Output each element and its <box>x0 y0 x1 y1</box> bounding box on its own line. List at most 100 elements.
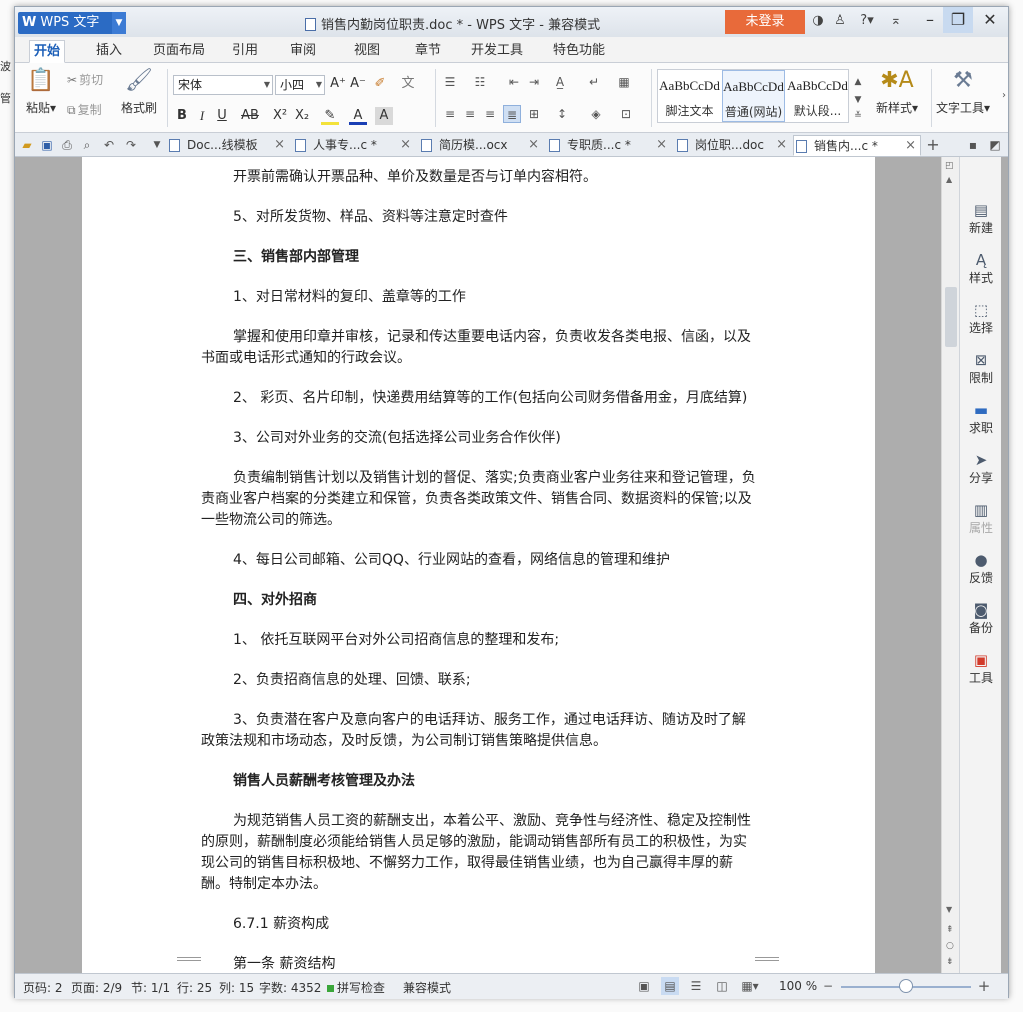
styles-more-icon[interactable]: ≚ <box>849 107 867 125</box>
help-icon[interactable]: ?▾ <box>855 13 879 28</box>
select-browse-icon[interactable]: ○ <box>946 941 954 951</box>
quick-access-dropdown-icon[interactable]: ▼ <box>149 137 165 153</box>
char-shading-icon[interactable]: A <box>375 107 393 125</box>
close-button[interactable]: ✕ <box>975 7 1005 33</box>
align-right-icon[interactable]: ≡ <box>481 105 499 123</box>
document-paragraph[interactable]: 为规范销售人员工资的薪酬支出，本着公平、激励、竞争性与经济性、稳定及控制性的原则… <box>201 811 757 895</box>
close-tab-icon[interactable]: × <box>528 135 539 155</box>
format-painter-button[interactable]: 🖌 格式刷 <box>117 67 161 116</box>
subscript-icon[interactable]: X₂ <box>293 107 311 125</box>
new-tab-icon[interactable]: + <box>925 137 941 153</box>
side-panel-item[interactable]: ▬ 求职 <box>960 401 1002 436</box>
numbered-list-icon[interactable]: ☷ <box>471 73 489 91</box>
redo-icon[interactable]: ↷ <box>123 137 139 153</box>
split-view-icon[interactable]: ◰ <box>945 161 954 171</box>
document-heading[interactable]: 四、对外招商 <box>201 590 757 611</box>
phonetic-guide-icon[interactable]: 文 <box>399 75 417 93</box>
font-size-select[interactable]: 小四 ▼ <box>275 75 325 95</box>
menu-tab[interactable]: 插入 <box>87 40 131 63</box>
document-paragraph[interactable]: 负责编制销售计划以及销售计划的督促、落实;负责商业客户业务往来和登记管理，负责商… <box>201 468 757 531</box>
document-tab[interactable]: 人事专...c * × <box>293 135 415 156</box>
document-paragraph[interactable]: 第一条 薪资结构 <box>201 954 757 973</box>
style-option[interactable]: AaBbCcDd 普通(网站) <box>722 70 785 122</box>
document-heading[interactable]: 销售人员薪酬考核管理及办法 <box>201 771 757 792</box>
text-tools-button[interactable]: ⚒ 文字工具▾ <box>935 67 991 116</box>
style-option[interactable]: AaBbCcDd 脚注文本 <box>658 70 721 122</box>
grow-font-icon[interactable]: A⁺ <box>329 75 347 93</box>
align-center-icon[interactable]: ≡ <box>461 105 479 123</box>
document-tab[interactable]: 岗位职...doc × <box>675 135 791 156</box>
side-panel-item[interactable]: Ą 样式 <box>960 251 1002 286</box>
font-name-select[interactable]: 宋体 ▼ <box>173 75 273 95</box>
bullet-list-icon[interactable]: ☰ <box>441 73 459 91</box>
strikethrough-icon[interactable]: AB <box>241 107 259 125</box>
style-option[interactable]: AaBbCcDd 默认段... <box>786 70 849 122</box>
shirt-icon[interactable]: ♙ <box>831 13 849 28</box>
superscript-icon[interactable]: X² <box>271 107 289 125</box>
document-paragraph[interactable]: 4、每日公司邮箱、公司QQ、行业网站的查看，网络信息的管理和维护 <box>201 550 757 571</box>
side-panel-item[interactable]: ▥ 属性 <box>960 501 1002 536</box>
document-paragraph[interactable]: 6.7.1 薪资构成 <box>201 914 757 935</box>
close-tab-icon[interactable]: × <box>776 135 787 155</box>
document-page[interactable]: 开票前需确认开票品种、单价及数量是否与订单内容相符。 5、对所发货物、样品、资料等… <box>82 157 875 973</box>
paste-button[interactable]: 📋 粘贴▾ <box>21 67 61 116</box>
document-paragraph[interactable]: 1、对日常材料的复印、盖章等的工作 <box>201 287 757 308</box>
styles-scroll-up-icon[interactable]: ▲ <box>849 73 867 91</box>
document-paragraph[interactable]: 2、 彩页、名片印制，快递费用结算等的工作(包括向公司财务借备用金，月底结算) <box>201 388 757 409</box>
document-tab[interactable]: 销售内...c * × <box>793 135 921 156</box>
menu-tab[interactable]: 审阅 <box>277 40 329 63</box>
zoom-slider-knob[interactable] <box>899 979 913 993</box>
side-panel-item[interactable]: ⬚ 选择 <box>960 301 1002 336</box>
bold-icon[interactable]: B <box>173 107 191 125</box>
document-heading[interactable]: 三、销售部内部管理 <box>201 247 757 268</box>
cut-button[interactable]: ✂ 剪切 <box>67 71 103 88</box>
menu-tab[interactable]: 页面布局 <box>143 40 215 63</box>
login-button[interactable]: 未登录 <box>725 10 805 34</box>
font-color-icon[interactable]: A <box>349 107 367 125</box>
scrollbar-thumb[interactable] <box>945 287 957 347</box>
minimize-button[interactable]: – <box>915 7 945 33</box>
document-paragraph[interactable]: 掌握和使用印章并审核，记录和传达重要电话内容，负责收发各类电报、信函，以及书面或… <box>201 327 757 369</box>
close-tab-icon[interactable]: × <box>274 135 285 155</box>
prev-page-icon[interactable]: ⇞ <box>946 925 954 935</box>
document-tab[interactable]: 专职质...c * × <box>547 135 671 156</box>
document-paragraph[interactable]: 3、负责潜在客户及意向客户的电话拜访、服务工作，通过电话拜访、随访及时了解政策法… <box>201 710 757 752</box>
chinese-layout-icon[interactable]: A̲ <box>551 73 569 91</box>
web-view-icon[interactable]: ◫ <box>713 977 731 995</box>
increase-indent-icon[interactable]: ⇥ <box>525 73 543 91</box>
justify-icon[interactable]: ≣ <box>503 105 521 123</box>
table-icon[interactable]: ▦ <box>615 73 633 91</box>
document-tab[interactable]: Doc...线模板 × <box>167 135 289 156</box>
zoom-out-icon[interactable]: − <box>819 977 837 995</box>
clear-format-icon[interactable]: ✐ <box>371 75 389 93</box>
document-paragraph[interactable]: 1、 依托互联网平台对外公司招商信息的整理和发布; <box>201 630 757 651</box>
document-paragraph[interactable]: 开票前需确认开票品种、单价及数量是否与订单内容相符。 <box>201 167 757 188</box>
save-icon[interactable]: ▣ <box>39 137 55 153</box>
document-body[interactable]: 开票前需确认开票品种、单价及数量是否与订单内容相符。 5、对所发货物、样品、资料等… <box>201 167 757 973</box>
menu-tab[interactable]: 视图 <box>341 40 393 63</box>
collapse-ribbon-icon[interactable]: ⌅ <box>887 13 905 28</box>
scroll-down-icon[interactable]: ▼ <box>946 905 952 914</box>
tab-menu-icon[interactable]: ◩ <box>987 137 1003 153</box>
maximize-button[interactable]: ❐ <box>943 7 973 33</box>
side-panel-item[interactable]: ▤ 新建 <box>960 201 1002 236</box>
menu-tab[interactable]: 开始 <box>29 40 65 63</box>
side-panel-item[interactable]: ◙ 备份 <box>960 601 1002 636</box>
ribbon-scroll-right-icon[interactable]: › <box>995 87 1013 105</box>
tab-list-icon[interactable]: ▪ <box>965 137 981 153</box>
copy-button[interactable]: ⧉ 复制 <box>67 101 102 118</box>
align-left-icon[interactable]: ≡ <box>441 105 459 123</box>
document-tab[interactable]: 简历模...ocx × <box>419 135 543 156</box>
print-icon[interactable]: ⎙ <box>59 137 75 153</box>
close-tab-icon[interactable]: × <box>656 135 667 155</box>
side-panel-item[interactable]: ▣ 工具 <box>960 651 1002 686</box>
side-panel-item[interactable]: ⊠ 限制 <box>960 351 1002 386</box>
menu-tab[interactable]: 开发工具 <box>463 40 531 63</box>
page-view-icon[interactable]: ▤ <box>661 977 679 995</box>
reading-view-icon[interactable]: ▦▾ <box>737 977 763 995</box>
side-panel-item[interactable]: ➤ 分享 <box>960 451 1002 486</box>
show-marks-icon[interactable]: ↵ <box>585 73 603 91</box>
new-style-button[interactable]: ✱A 新样式▾ <box>869 67 925 116</box>
print-preview-icon[interactable]: ⌕ <box>79 137 95 153</box>
scroll-up-icon[interactable]: ▲ <box>946 175 952 184</box>
